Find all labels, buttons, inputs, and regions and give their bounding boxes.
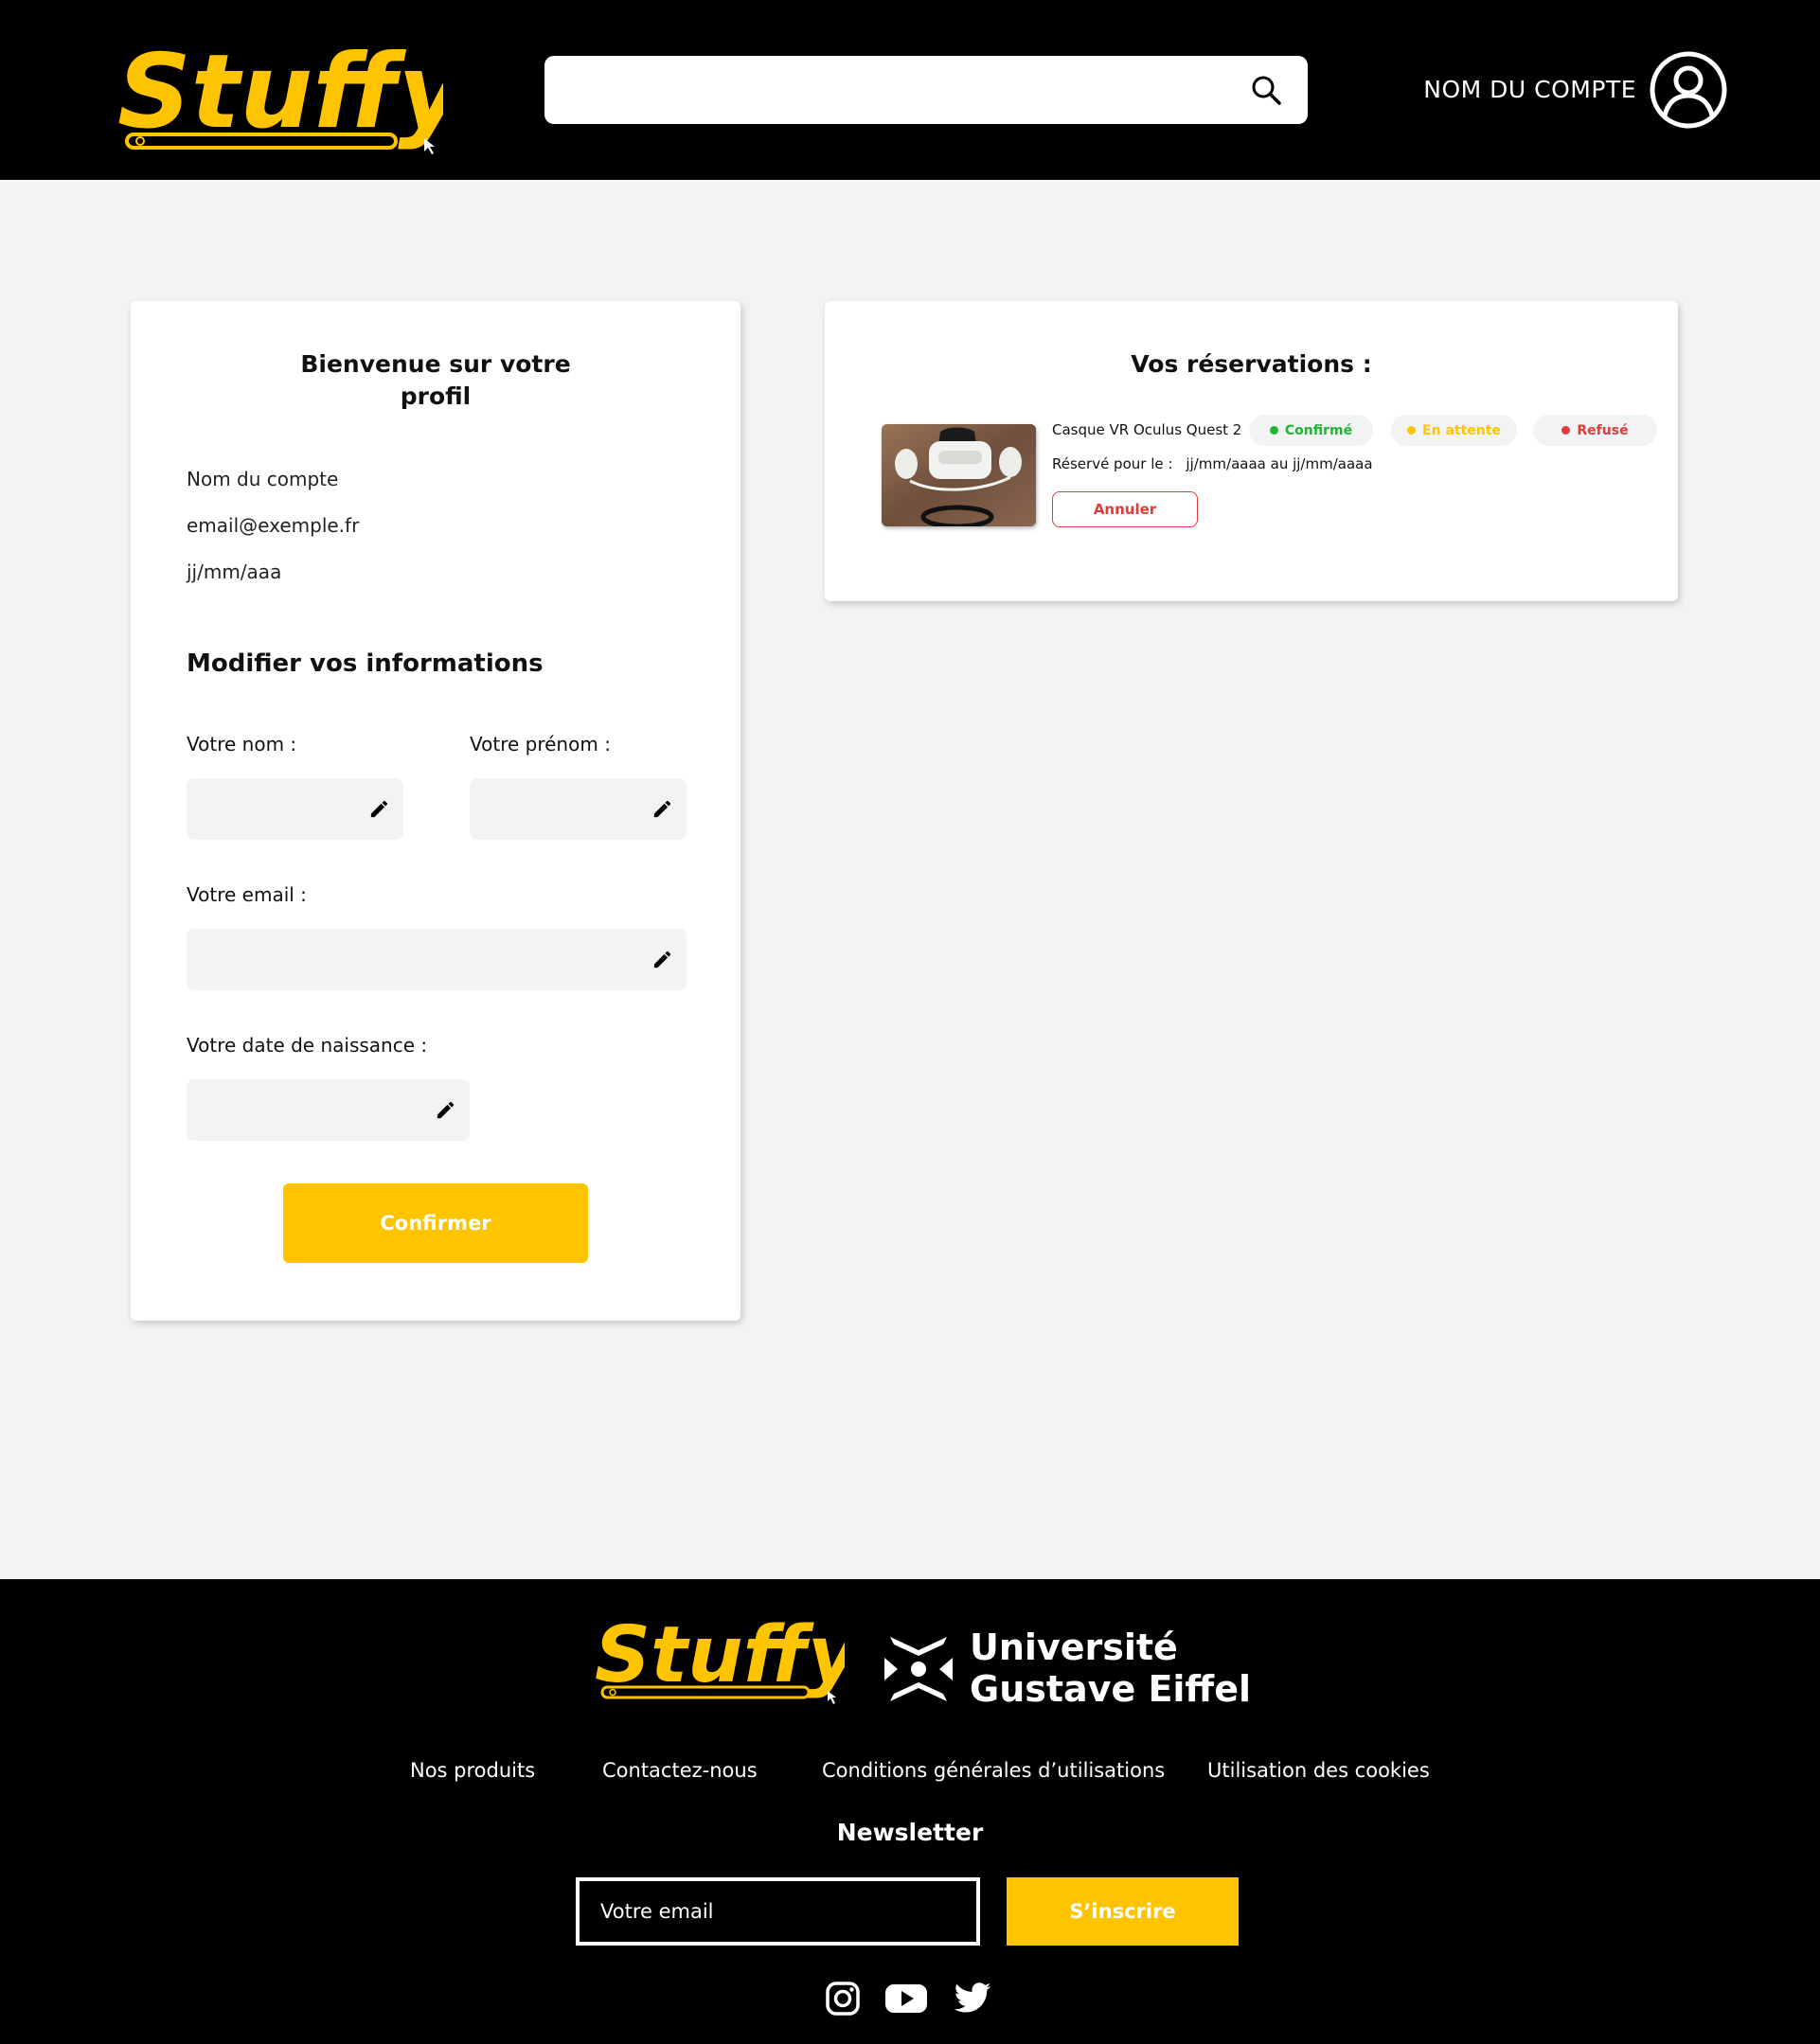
youtube-icon[interactable] [884, 1979, 928, 2018]
account-name-link[interactable]: NOM DU COMPTE [1420, 76, 1636, 103]
footer: Stuffy Université Gustave Eiffel Nos pro… [0, 1579, 1820, 2044]
status-dot [1269, 426, 1278, 435]
email-input[interactable] [187, 929, 687, 990]
reservation-dates-line: Réservé pour le : jj/mm/aaaa au jj/mm/aaa… [1052, 455, 1373, 472]
pencil-icon[interactable] [368, 798, 390, 820]
newsletter-title: Newsletter [836, 1819, 984, 1846]
footer-link-contact[interactable]: Contactez-nous [602, 1759, 758, 1782]
profile-card: Bienvenue sur votre profil Nom du compte… [131, 301, 740, 1321]
university-name-line1: Université [970, 1626, 1178, 1668]
first-name-field[interactable] [470, 778, 687, 840]
confirm-button[interactable]: Confirmer [283, 1183, 588, 1263]
pencil-icon[interactable] [651, 798, 673, 820]
footer-link-products[interactable]: Nos produits [410, 1759, 535, 1782]
search-input[interactable] [544, 56, 1226, 124]
footer-links: Nos produits Contactez-nous Conditions g… [0, 1759, 1820, 1787]
product-image[interactable] [882, 424, 1036, 526]
edit-section-title: Modifier vos informations [187, 649, 544, 678]
pencil-icon[interactable] [651, 949, 673, 970]
university-name: Université Gustave Eiffel [970, 1626, 1251, 1710]
pencil-icon[interactable] [435, 1099, 456, 1121]
reserved-for-label: Réservé pour le : [1052, 455, 1173, 472]
reservations-card: Vos réservations : Casque VR Oculus Ques… [825, 301, 1678, 601]
instagram-icon[interactable] [823, 1979, 863, 2018]
profile-email: email@exemple.fr [187, 514, 360, 537]
email-field[interactable] [187, 929, 687, 990]
first-name-label: Votre prénom : [470, 733, 611, 755]
footer-link-cookies[interactable]: Utilisation des cookies [1207, 1759, 1430, 1782]
university-logo[interactable]: Université Gustave Eiffel [881, 1626, 1251, 1712]
newsletter-email-input[interactable] [580, 1881, 976, 1942]
status-dot [1561, 426, 1571, 435]
profile-title: Bienvenue sur votre profil [131, 348, 740, 413]
status-badge-confirmed[interactable]: Confirmé [1249, 415, 1373, 446]
university-emblem-icon [884, 1637, 953, 1701]
search-icon[interactable] [1249, 73, 1283, 107]
twitter-icon[interactable] [953, 1979, 992, 2018]
subscribe-button[interactable]: S’inscrire [1007, 1877, 1239, 1946]
status-label: Confirmé [1284, 422, 1353, 438]
newsletter-email-field[interactable] [576, 1877, 980, 1946]
reservation-dates: jj/mm/aaaa au jj/mm/aaaa [1186, 455, 1373, 472]
profile-title-line1: Bienvenue sur votre [300, 350, 571, 378]
stuffy-logo[interactable]: Stuffy [591, 1600, 845, 1706]
profile-title-line2: profil [400, 382, 472, 410]
user-circle-icon[interactable] [1650, 51, 1727, 129]
last-name-label: Votre nom : [187, 733, 297, 755]
birthdate-label: Votre date de naissance : [187, 1034, 428, 1057]
search-bar[interactable] [544, 56, 1308, 124]
email-label: Votre email : [187, 883, 307, 906]
footer-link-terms[interactable]: Conditions générales d’utilisations [822, 1759, 1165, 1782]
birthdate-field[interactable] [187, 1079, 470, 1141]
status-badge-refused[interactable]: Refusé [1533, 415, 1657, 446]
university-name-line2: Gustave Eiffel [970, 1668, 1252, 1710]
cancel-reservation-button[interactable]: Annuler [1052, 491, 1198, 527]
profile-birthdate: jj/mm/aaa [187, 560, 282, 583]
birthdate-input[interactable] [187, 1079, 470, 1141]
status-label: En attente [1422, 422, 1501, 438]
reservations-title: Vos réservations : [1131, 350, 1372, 378]
profile-account-name: Nom du compte [187, 468, 339, 490]
stuffy-logo[interactable]: Stuffy [112, 17, 443, 159]
reservation-product-name: Casque VR Oculus Quest 2 [1052, 421, 1242, 438]
last-name-field[interactable] [187, 778, 403, 840]
status-dot [1407, 426, 1417, 435]
status-label: Refusé [1577, 422, 1629, 438]
status-badge-pending[interactable]: En attente [1391, 415, 1517, 446]
top-header: Stuffy NOM DU COMPTE [0, 0, 1820, 180]
